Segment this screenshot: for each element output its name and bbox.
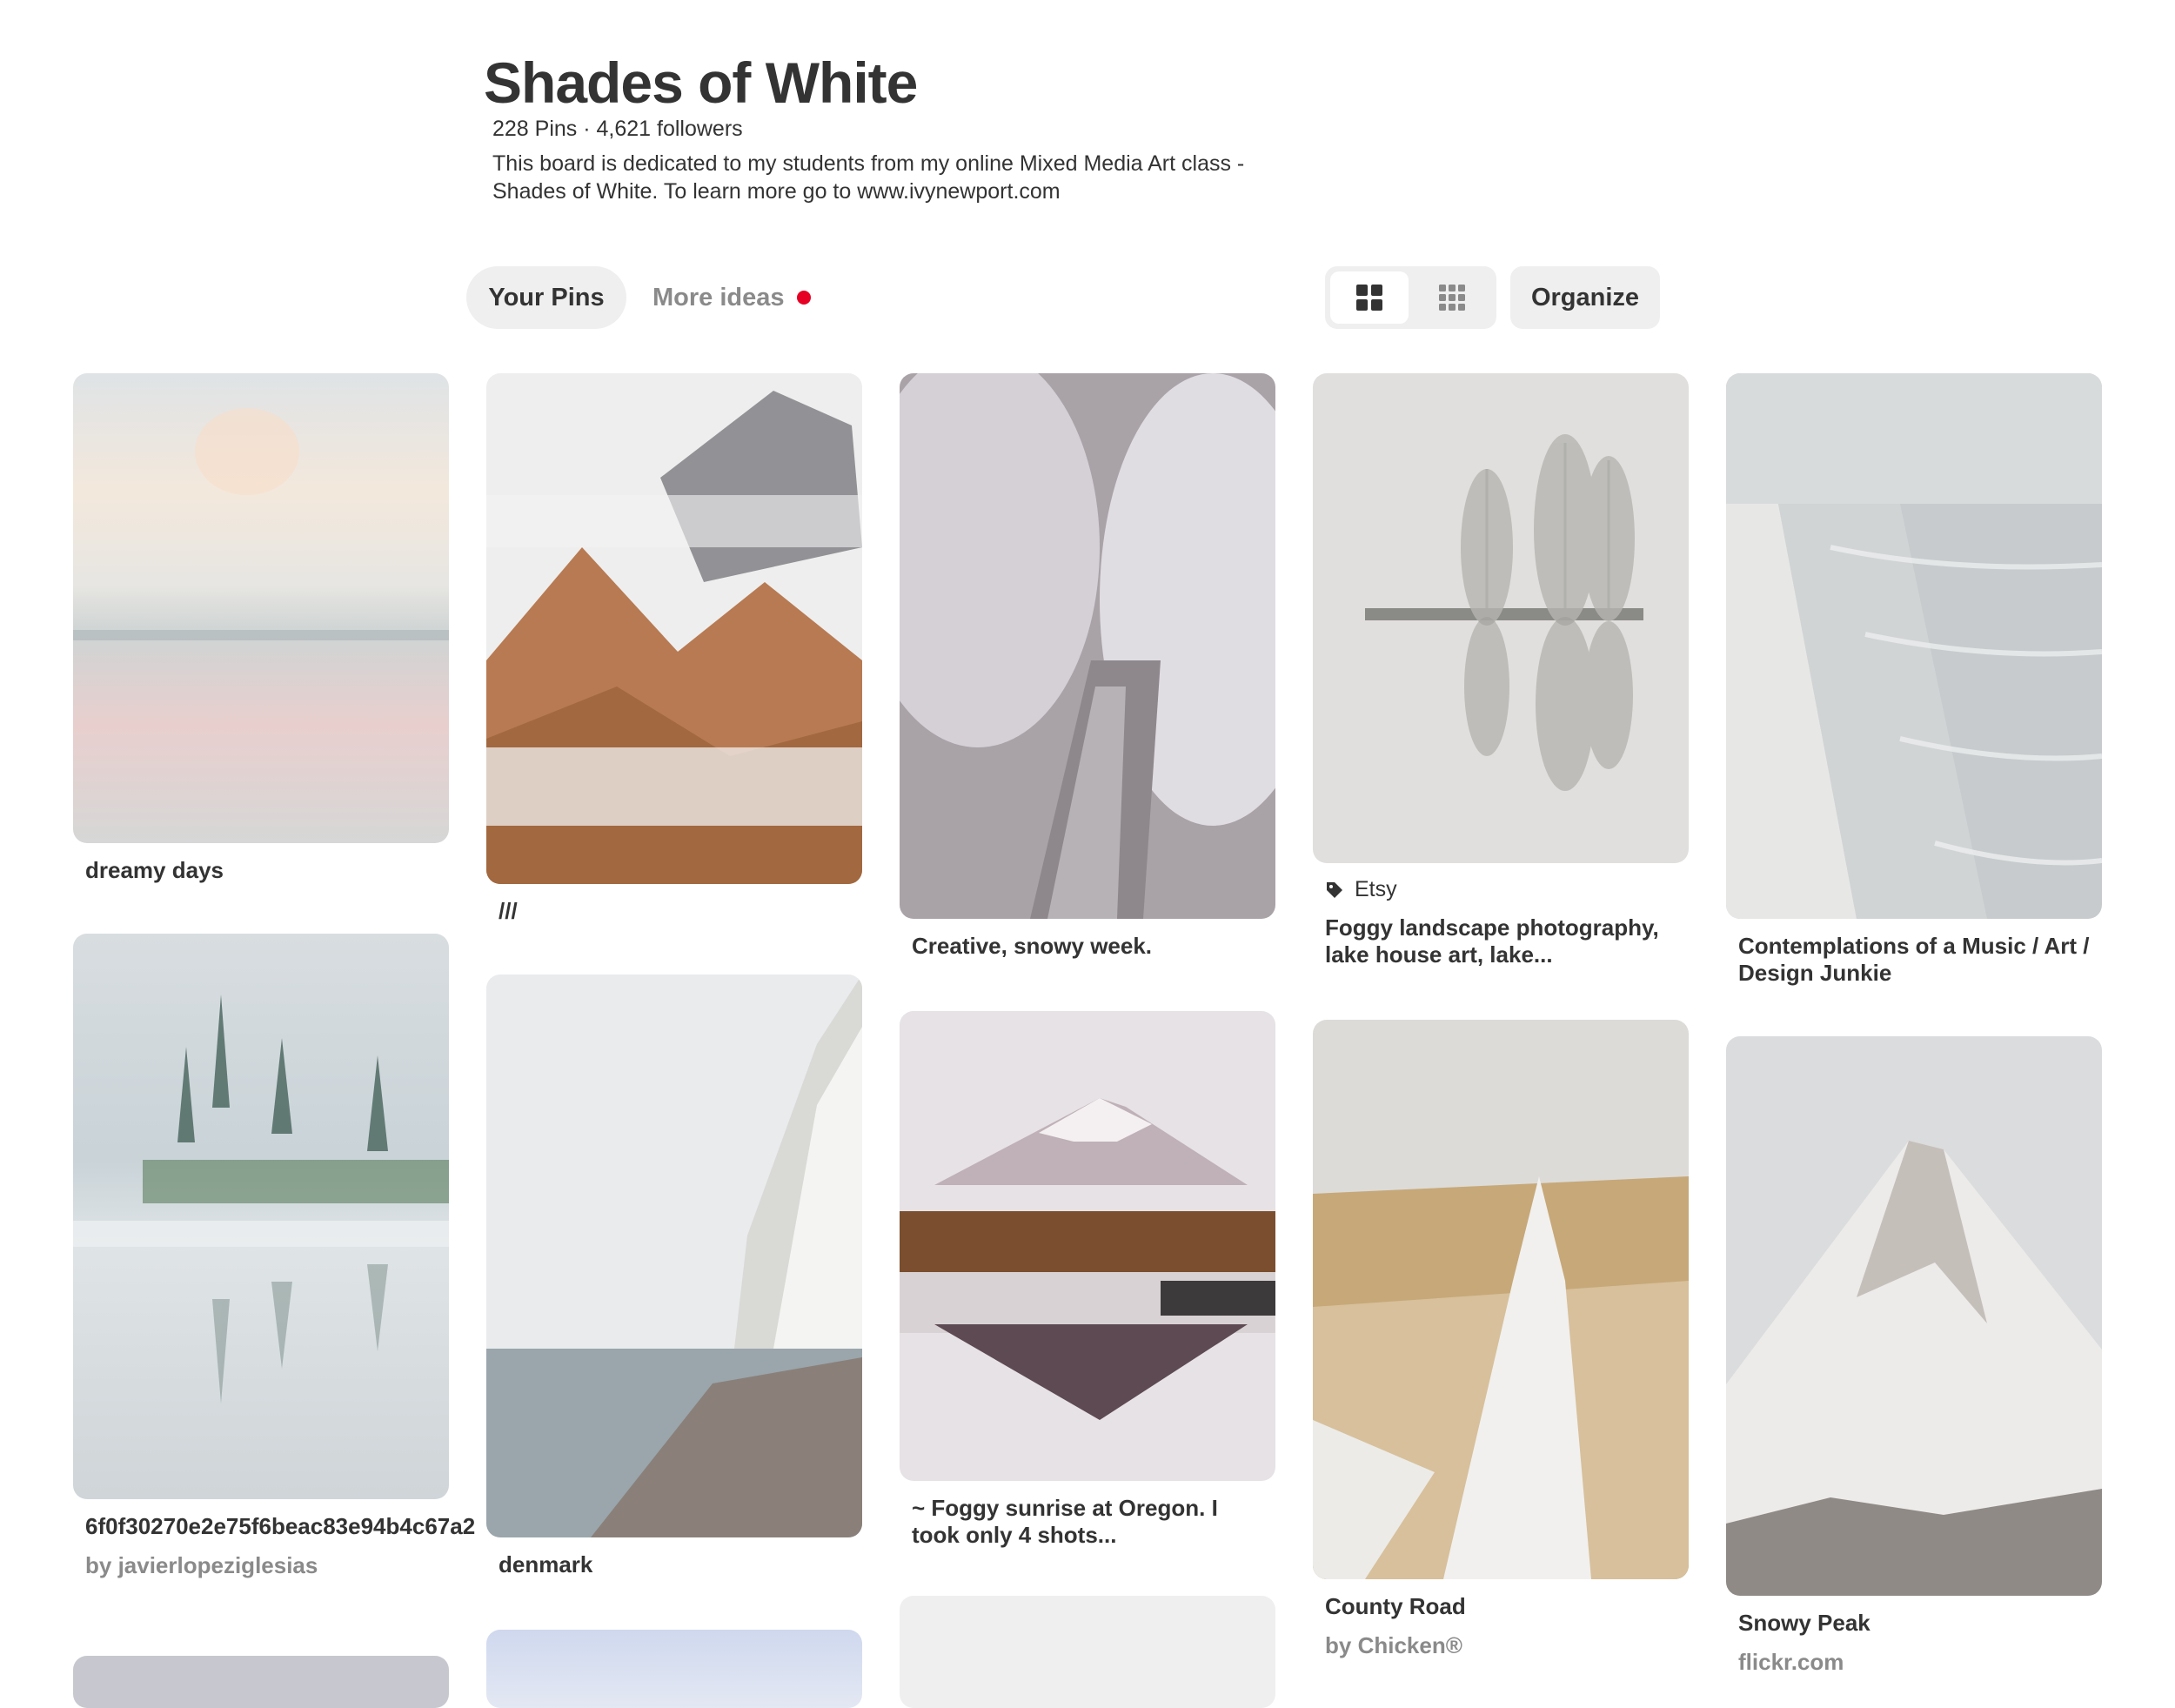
pin-card[interactable]: Creative, snowy week.: [900, 373, 1275, 960]
pin-image[interactable]: [900, 1011, 1275, 1481]
pin-card[interactable]: ///: [486, 373, 862, 925]
pin-card[interactable]: Snowy Peak flickr.com: [1726, 1036, 2102, 1676]
grid-small-icon: [1439, 285, 1465, 311]
board-stats[interactable]: 228 Pins · 4,621 followers: [492, 117, 743, 142]
grid-large-icon: [1356, 285, 1382, 311]
pin-image[interactable]: [1313, 1020, 1689, 1579]
pin-card[interactable]: County Road by Chicken®: [1313, 1020, 1689, 1659]
pin-title[interactable]: denmark: [486, 1551, 862, 1578]
view-toggle: [1325, 266, 1496, 329]
pin-title[interactable]: Contemplations of a Music / Art / Design…: [1726, 933, 2102, 987]
pin-author[interactable]: by javierlopeziglesias: [73, 1552, 449, 1579]
pin-image[interactable]: [73, 934, 449, 1499]
notification-dot: [796, 291, 811, 305]
pin-source[interactable]: Etsy: [1313, 877, 1689, 902]
pin-card[interactable]: denmark: [486, 975, 862, 1578]
pin-source-label: Etsy: [1355, 877, 1397, 901]
organize-button[interactable]: Organize: [1510, 266, 1660, 329]
pin-title[interactable]: Creative, snowy week.: [900, 933, 1275, 960]
pin-card[interactable]: Contemplations of a Music / Art / Design…: [1726, 373, 2102, 987]
pin-image[interactable]: [900, 373, 1275, 919]
board-header: Shades of White: [484, 44, 1354, 122]
pin-card[interactable]: Etsy Foggy landscape photography, lake h…: [1313, 373, 1689, 968]
pin-image[interactable]: [900, 1596, 1275, 1708]
board-description: This board is dedicated to my students f…: [492, 151, 1245, 204]
organize-label: Organize: [1530, 283, 1640, 311]
tab-your-pins-label: Your Pins: [488, 283, 605, 311]
pin-title[interactable]: ///: [486, 898, 862, 925]
pin-image[interactable]: [1726, 1036, 2102, 1596]
pin-title[interactable]: Snowy Peak: [1726, 1610, 2102, 1637]
pin-image[interactable]: [486, 1630, 862, 1708]
pin-card[interactable]: ~ Foggy sunrise at Oregon. I took only 4…: [900, 1011, 1275, 1549]
pin-author[interactable]: by Chicken®: [1313, 1632, 1689, 1659]
pin-card[interactable]: 6f0f30270e2e75f6beac83e94b4c67a2 by javi…: [73, 934, 475, 1579]
pin-image[interactable]: [1313, 373, 1689, 863]
pin-title[interactable]: 6f0f30270e2e75f6beac83e94b4c67a2: [73, 1513, 475, 1540]
pin-image[interactable]: [73, 1656, 449, 1708]
pin-title[interactable]: dreamy days: [73, 857, 449, 884]
pin-card[interactable]: dreamy days: [73, 373, 449, 884]
tag-icon: [1327, 881, 1342, 898]
pin-card[interactable]: [486, 1630, 862, 1708]
tab-more-ideas-label: More ideas: [652, 283, 785, 311]
pin-card[interactable]: [900, 1596, 1275, 1708]
pin-image[interactable]: [1726, 373, 2102, 919]
pin-image[interactable]: [486, 975, 862, 1537]
tab-your-pins[interactable]: Your Pins: [466, 266, 626, 329]
pin-image[interactable]: [486, 373, 862, 884]
board-title: Shades of White: [484, 50, 918, 115]
compact-grid-button[interactable]: [1413, 271, 1491, 324]
pin-title[interactable]: County Road: [1313, 1593, 1689, 1620]
default-grid-button[interactable]: [1330, 271, 1409, 324]
pin-card[interactable]: [73, 1656, 449, 1708]
pin-title[interactable]: ~ Foggy sunrise at Oregon. I took only 4…: [900, 1495, 1275, 1549]
pin-source-domain[interactable]: flickr.com: [1726, 1649, 2102, 1676]
pin-image[interactable]: [73, 373, 449, 843]
pin-title[interactable]: Foggy landscape photography, lake house …: [1313, 914, 1689, 968]
tab-more-ideas[interactable]: More ideas: [640, 266, 811, 329]
